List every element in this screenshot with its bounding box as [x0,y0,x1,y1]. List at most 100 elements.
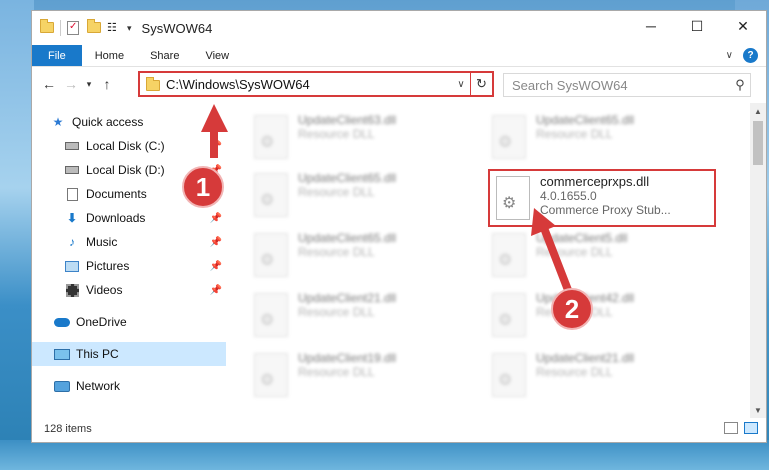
file-type: Resource DLL [298,127,375,141]
file-name: UpdateClient21.dll [536,351,635,365]
ribbon-actions: ∨ ? [726,48,758,63]
file-type: Resource DLL [298,245,375,259]
desktop-background-left [0,0,34,470]
nav-item-pictures[interactable]: Pictures 📌 [32,254,226,278]
help-icon[interactable]: ? [743,48,758,63]
search-input[interactable] [504,77,730,93]
file-item[interactable]: UpdateClient65.dllResource DLL [492,113,712,169]
onedrive-icon [54,315,70,329]
downloads-icon: ⬇ [66,211,78,225]
dll-file-icon [254,173,288,217]
quick-access-toolbar: ☷ ▾ [32,19,132,36]
dll-file-icon [254,115,288,159]
file-name: commerceprxps.dll [540,174,650,189]
nav-item-downloads[interactable]: ⬇ Downloads 📌 [32,206,226,230]
desktop-background-bottom [0,440,769,470]
file-type: Resource DLL [536,127,613,141]
search-box[interactable]: ⚲ [503,73,751,97]
file-type: Resource DLL [536,365,613,379]
nav-item-videos[interactable]: Videos 📌 [32,278,226,302]
properties-icon[interactable] [67,21,81,35]
file-item[interactable]: UpdateClient5.dllResource DLL [492,231,712,287]
customize-toolbar-icon[interactable]: ☷ [107,21,121,35]
dll-file-icon [492,293,526,337]
dll-file-icon [254,293,288,337]
main-content: ★ Quick access Local Disk (C:) 📌 Local D… [32,103,766,418]
forward-arrow-icon[interactable]: → [60,76,82,92]
minimize-button[interactable]: ─ [628,11,674,41]
file-item[interactable]: UpdateClient65.dllResource DLL [254,231,474,287]
expand-ribbon-icon[interactable]: ∨ [726,50,733,61]
address-row: ← → ▾ ↑ C:\Windows\SysWOW64 ∨ ↻ ⚲ [32,67,766,101]
chevron-down-icon[interactable]: ▾ [127,23,132,34]
item-count: 128 items [44,423,92,435]
dll-file-icon [492,233,526,277]
file-item[interactable]: UpdateClient19.dllResource DLL [254,351,474,407]
tiles-view-icon[interactable] [744,422,758,434]
nav-item-label: Documents [86,187,147,201]
file-item[interactable]: UpdateClient21.dllResource DLL [492,351,712,407]
file-name: UpdateClient65.dll [298,171,397,185]
documents-icon [64,187,80,201]
file-name: UpdateClient21.dll [298,291,397,305]
title-bar: ☷ ▾ SysWOW64 ─ ☐ ✕ [32,11,766,45]
address-bar[interactable]: C:\Windows\SysWOW64 ∨ ↻ [138,71,494,97]
ribbon-tabs: File Home Share View ∨ ? [32,45,766,67]
scrollbar-thumb[interactable] [753,121,763,165]
tab-share[interactable]: Share [137,45,192,66]
music-icon: ♪ [69,235,75,249]
window-controls: ─ ☐ ✕ [628,11,766,41]
vertical-scrollbar[interactable]: ▲ ▼ [750,103,766,418]
file-item[interactable]: UpdateClient63.dllResource DLL [254,113,474,169]
star-icon: ★ [52,115,64,129]
file-type: Resource DLL [298,365,375,379]
address-path[interactable]: C:\Windows\SysWOW64 [166,77,452,92]
file-item[interactable]: UpdateClient65.dllResource DLL [254,171,474,227]
window-title: SysWOW64 [141,20,213,36]
tab-file[interactable]: File [32,45,82,66]
search-icon[interactable]: ⚲ [730,77,750,93]
details-view-icon[interactable] [724,422,738,434]
nav-item-label: This PC [76,347,119,361]
file-name: UpdateClient5.dll [536,231,628,245]
nav-item-this-pc[interactable]: This PC [32,342,226,366]
view-toggles [724,422,758,434]
file-name: UpdateClient65.dll [298,231,397,245]
maximize-button[interactable]: ☐ [674,11,720,41]
network-icon [54,379,70,393]
new-folder-icon[interactable] [87,19,101,35]
file-type: Resource DLL [298,305,375,319]
tab-view[interactable]: View [192,45,242,66]
pin-icon: 📌 [209,236,222,248]
recent-locations-icon[interactable]: ▾ [82,79,96,90]
nav-item-label: Local Disk (D:) [86,163,165,177]
file-type: Resource DLL [536,245,613,259]
tab-home[interactable]: Home [82,45,137,66]
nav-item-label: Pictures [86,259,130,273]
dll-file-icon [496,176,530,220]
nav-item-onedrive[interactable]: OneDrive [32,310,226,334]
featured-file-item[interactable]: commerceprxps.dll 4.0.1655.0 Commerce Pr… [488,169,716,227]
scroll-up-icon[interactable]: ▲ [750,103,766,119]
chevron-down-icon[interactable]: ∨ [452,79,470,90]
file-item[interactable]: UpdateClient21.dllResource DLL [254,291,474,347]
nav-item-label: Downloads [86,211,146,225]
nav-item-music[interactable]: ♪ Music 📌 [32,230,226,254]
refresh-icon[interactable]: ↻ [470,73,492,95]
videos-icon [64,283,80,297]
back-arrow-icon[interactable]: ← [38,76,60,92]
nav-item-local-disk-c[interactable]: Local Disk (C:) 📌 [32,134,226,158]
file-item[interactable]: UpdateClient42.dllResource DLL [492,291,712,347]
file-type: Resource DLL [298,185,375,199]
pin-icon: 📌 [209,284,222,296]
file-name: UpdateClient65.dll [536,113,635,127]
dll-file-icon [254,353,288,397]
nav-item-quick-access[interactable]: ★ Quick access [32,110,226,134]
up-arrow-icon[interactable]: ↑ [96,76,118,92]
dll-file-icon [254,233,288,277]
close-button[interactable]: ✕ [720,11,766,41]
callout-two: 2 [551,288,593,330]
nav-item-network[interactable]: Network [32,374,226,398]
nav-item-label: Quick access [72,115,144,129]
folder-icon [40,19,54,35]
